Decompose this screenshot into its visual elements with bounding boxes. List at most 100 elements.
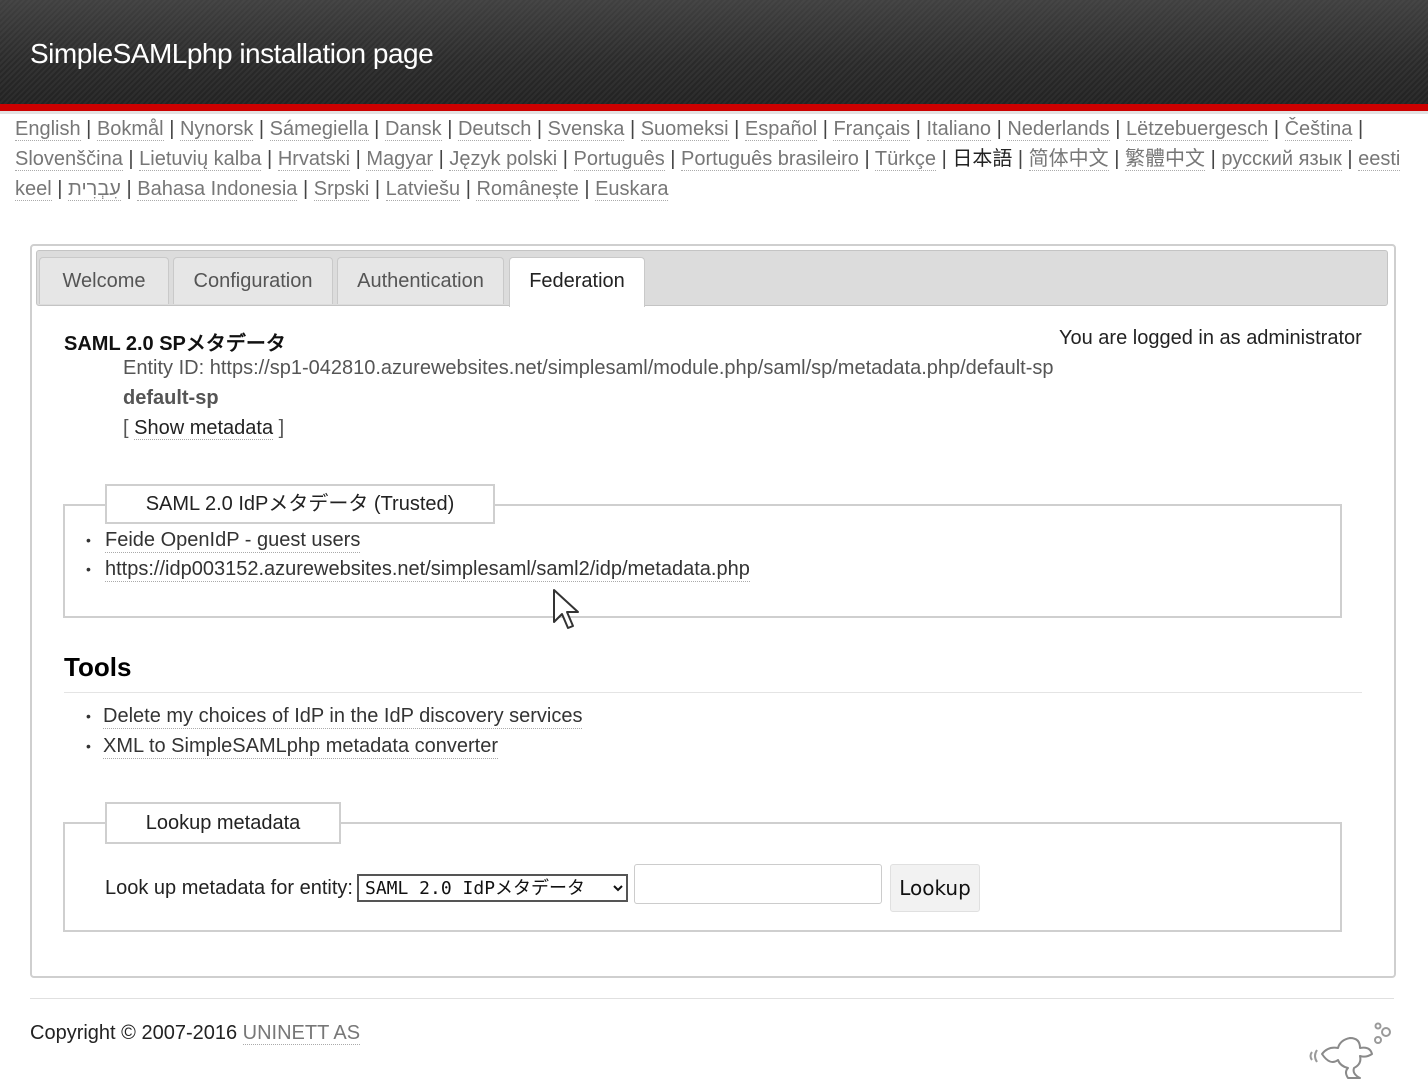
language-link[interactable]: Svenska <box>547 118 625 141</box>
language-separator: | <box>169 118 175 140</box>
language-link[interactable]: Srpski <box>313 178 370 201</box>
entity-id-row: Entity ID: https://sp1-042810.azurewebsi… <box>123 357 1054 380</box>
bullet: • <box>86 561 91 577</box>
bracket-close: ] <box>278 417 285 439</box>
language-separator: | <box>1347 148 1353 170</box>
language-link[interactable]: 繁體中文 <box>1125 148 1205 171</box>
language-link[interactable]: Hrvatski <box>277 148 351 171</box>
tools-link-metadata-converter[interactable]: XML to SimpleSAMLphp metadata converter <box>103 735 499 759</box>
language-separator: | <box>822 118 828 140</box>
language-separator: | <box>438 148 444 170</box>
idp-metadata-legend: SAML 2.0 IdPメタデータ (Trusted) <box>105 484 495 524</box>
language-separator: | <box>374 118 380 140</box>
language-link[interactable]: 简体中文 <box>1028 148 1109 171</box>
entity-id-label: Entity ID: <box>123 357 205 379</box>
tab-authentication[interactable]: Authentication <box>337 257 504 304</box>
show-metadata-row: [ Show metadata ] <box>123 417 284 440</box>
language-link[interactable]: Sámegiella <box>269 118 369 141</box>
language-separator: | <box>915 118 921 140</box>
language-separator: | <box>128 148 134 170</box>
lookup-legend: Lookup metadata <box>105 802 341 844</box>
entity-type-select[interactable]: SAML 2.0 IdPメタデータ <box>357 874 628 902</box>
bracket-open: [ <box>123 417 129 439</box>
language-separator: | <box>126 178 132 200</box>
header-accent-bar <box>0 104 1428 114</box>
language-link[interactable]: עִבְרִית <box>68 178 121 201</box>
language-separator: | <box>86 118 92 140</box>
language-link[interactable]: Slovenščina <box>15 148 123 171</box>
language-separator: | <box>447 118 453 140</box>
bullet: • <box>86 708 91 724</box>
language-separator: | <box>1273 118 1280 140</box>
language-separator: | <box>584 178 590 200</box>
language-link[interactable]: Čeština <box>1284 118 1353 141</box>
mouse-cursor-icon <box>552 588 582 632</box>
entity-id-value: https://sp1-042810.azurewebsites.net/sim… <box>209 357 1054 379</box>
tools-link-delete-idp-choices[interactable]: Delete my choices of IdP in the IdP disc… <box>103 705 583 729</box>
language-link[interactable]: Bahasa Indonesia <box>137 178 298 201</box>
language-link[interactable]: Nynorsk <box>179 118 254 141</box>
language-separator: | <box>1357 118 1364 140</box>
language-link[interactable]: Lëtzebuergesch <box>1125 118 1269 141</box>
language-separator: | <box>996 118 1002 140</box>
language-link[interactable]: Magyar <box>366 148 434 171</box>
language-link[interactable]: Românește <box>476 178 579 201</box>
language-separator: | <box>302 178 309 200</box>
language-link[interactable]: Italiano <box>926 118 991 141</box>
language-link[interactable]: Euskara <box>595 178 669 201</box>
tab-federation[interactable]: Federation <box>509 257 645 307</box>
copyright-text: Copyright © 2007-2016 <box>30 1022 238 1044</box>
idp-link-azure[interactable]: https://idp003152.azurewebsites.net/simp… <box>105 558 750 582</box>
lookup-label: Look up metadata for entity: <box>105 877 353 899</box>
language-link[interactable]: Nederlands <box>1007 118 1110 141</box>
language-link[interactable]: Dansk <box>384 118 442 141</box>
tools-divider <box>64 692 1362 693</box>
language-separator: | <box>1114 148 1120 170</box>
show-metadata-link[interactable]: Show metadata <box>134 417 274 440</box>
language-link[interactable]: Bokmål <box>96 118 164 141</box>
language-link[interactable]: Deutsch <box>457 118 532 141</box>
language-link[interactable]: Português <box>573 148 665 171</box>
language-separator: | <box>941 148 947 170</box>
language-link[interactable]: Español <box>744 118 818 141</box>
language-separator: | <box>1115 118 1121 140</box>
footer-copyright-row: Copyright © 2007-2016 UNINETT AS <box>30 1022 361 1045</box>
language-separator: | <box>864 148 870 170</box>
tab-strip: Welcome Configuration Authentication Fed… <box>36 250 1388 307</box>
language-separator: | <box>258 118 265 140</box>
idp-link-feide[interactable]: Feide OpenIdP - guest users <box>105 529 361 553</box>
language-link[interactable]: Język polski <box>449 148 558 171</box>
tab-welcome[interactable]: Welcome <box>39 257 169 304</box>
language-separator: | <box>355 148 361 170</box>
language-separator: | <box>1017 148 1024 170</box>
language-separator: | <box>734 118 740 140</box>
language-link[interactable]: Lietuvių kalba <box>139 148 262 171</box>
language-link[interactable]: Português brasileiro <box>681 148 859 171</box>
bullet: • <box>86 532 91 548</box>
language-link[interactable]: Türkçe <box>874 148 937 171</box>
language-separator: | <box>267 148 273 170</box>
language-link[interactable]: English <box>15 118 81 141</box>
language-separator: | <box>536 118 543 140</box>
page-title: SimpleSAMLphp installation page <box>30 38 434 69</box>
uninett-link[interactable]: UNINETT AS <box>242 1022 361 1045</box>
language-separator: | <box>1210 148 1216 170</box>
language-link[interactable]: Suomeksi <box>640 118 729 141</box>
language-separator: | <box>562 148 568 170</box>
language-link[interactable]: русский язык <box>1221 148 1342 171</box>
language-separator: | <box>629 118 636 140</box>
bullet: • <box>86 738 91 754</box>
language-separator: | <box>465 178 471 200</box>
lookup-button[interactable]: Lookup <box>890 864 980 912</box>
entity-input[interactable] <box>634 864 882 904</box>
sp-metadata-heading: SAML 2.0 SPメタデータ <box>64 333 286 355</box>
logged-in-status: You are logged in as administrator <box>1059 327 1362 349</box>
language-link[interactable]: Français <box>833 118 911 141</box>
footer-divider <box>30 998 1394 999</box>
language-separator: | <box>670 148 676 170</box>
tab-configuration[interactable]: Configuration <box>173 257 333 304</box>
simplesamlphp-logo-icon <box>1304 1018 1404 1080</box>
language-link[interactable]: Latviešu <box>385 178 461 201</box>
tools-heading: Tools <box>64 652 132 682</box>
sp-name: default-sp <box>123 387 219 409</box>
